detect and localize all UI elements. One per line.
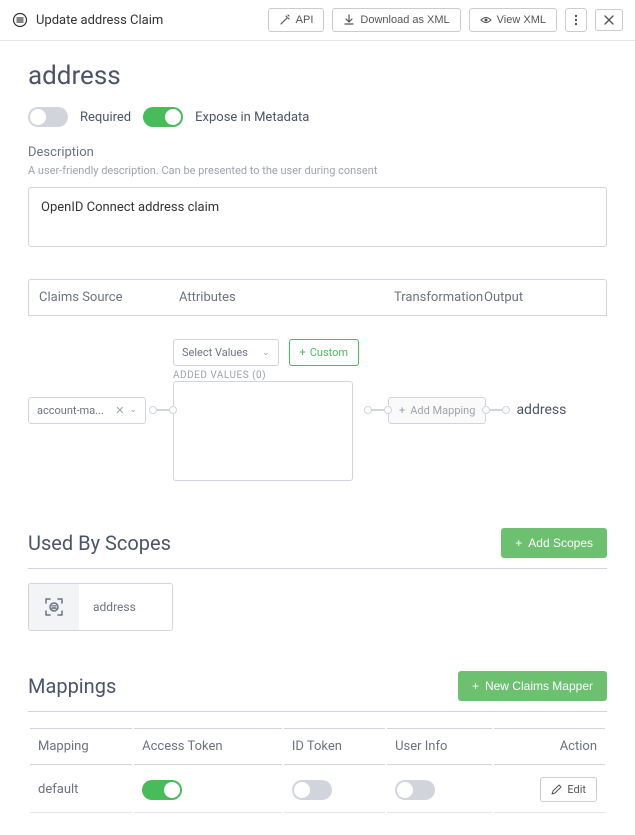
page-title: address — [28, 61, 607, 91]
close-button[interactable] — [595, 9, 623, 31]
col-access: Access Token — [134, 728, 282, 765]
values-box — [173, 381, 353, 481]
col-transform: Transformation — [394, 290, 484, 305]
col-userinfo: User Info — [387, 728, 492, 765]
claim-icon — [12, 12, 28, 28]
plus-icon: + — [300, 346, 306, 359]
custom-button[interactable]: + Custom — [289, 339, 360, 366]
select-values-label: Select Values — [182, 346, 248, 359]
scope-chip[interactable]: address — [28, 583, 173, 631]
col-output: Output — [484, 290, 596, 305]
new-mapper-label: New Claims Mapper — [485, 679, 593, 693]
access-token-toggle[interactable] — [142, 780, 182, 800]
wand-icon — [279, 14, 291, 26]
select-values-dropdown[interactable]: Select Values ⌄ — [173, 339, 279, 366]
row-name: default — [30, 767, 132, 813]
col-source: Claims Source — [39, 290, 179, 305]
col-action: Action — [494, 728, 605, 765]
more-icon — [574, 14, 578, 26]
mappings-title: Mappings — [28, 674, 448, 698]
table-row: default Edit — [30, 767, 605, 813]
scopes-header: Used By Scopes + Add Scopes — [28, 528, 607, 558]
connector — [368, 409, 388, 411]
plus-icon: + — [399, 404, 405, 417]
download-label: Download as XML — [360, 14, 449, 26]
divider — [28, 568, 607, 569]
mapping-body: account-ma... ✕ ⌄ Select Values ⌄ + — [28, 316, 607, 496]
description-label: Description — [28, 145, 607, 160]
chevron-down-icon[interactable]: ⌄ — [129, 405, 137, 415]
plus-icon: + — [472, 679, 479, 693]
mappings-table: Mapping Access Token ID Token User Info … — [28, 726, 607, 815]
connector — [486, 409, 506, 411]
pencil-icon — [551, 784, 562, 795]
header-title: Update address Claim — [36, 13, 260, 28]
view-label: View XML — [497, 14, 546, 26]
table-header-row: Mapping Access Token ID Token User Info … — [30, 728, 605, 765]
expose-toggle[interactable] — [143, 107, 183, 127]
api-label: API — [296, 14, 314, 26]
close-icon — [604, 15, 614, 25]
main-content: address Required Expose in Metadata Desc… — [0, 41, 635, 835]
remove-source-icon[interactable]: ✕ — [115, 404, 124, 417]
plus-icon: + — [515, 536, 522, 550]
view-xml-button[interactable]: View XML — [469, 8, 557, 32]
add-mapping-label: Add Mapping — [410, 404, 475, 417]
connector — [153, 409, 173, 411]
id-token-toggle[interactable] — [292, 780, 332, 800]
claims-source-chip[interactable]: account-ma... ✕ ⌄ — [28, 397, 146, 424]
attributes-area: Select Values ⌄ + Custom ADDED VALUES (0… — [173, 339, 368, 481]
eye-icon — [480, 14, 492, 26]
edit-button[interactable]: Edit — [540, 777, 597, 802]
source-text: account-ma... — [37, 404, 110, 417]
add-scopes-label: Add Scopes — [528, 536, 593, 550]
scope-icon — [29, 584, 79, 630]
chevron-down-icon: ⌄ — [262, 348, 270, 358]
toggle-row: Required Expose in Metadata — [28, 107, 607, 127]
page-header: Update address Claim API Download as XML… — [0, 0, 635, 41]
required-label: Required — [80, 110, 131, 125]
mappings-header: Mappings + New Claims Mapper — [28, 671, 607, 701]
download-xml-button[interactable]: Download as XML — [332, 8, 460, 32]
col-mapping: Mapping — [30, 728, 132, 765]
output-text: address — [516, 402, 566, 418]
add-mapping-button[interactable]: + Add Mapping — [388, 397, 486, 424]
custom-label: Custom — [310, 346, 348, 359]
scopes-title: Used By Scopes — [28, 531, 491, 555]
expose-label: Expose in Metadata — [195, 110, 309, 125]
edit-label: Edit — [567, 783, 586, 796]
download-icon — [343, 14, 355, 26]
col-id: ID Token — [284, 728, 385, 765]
divider — [28, 711, 607, 712]
added-values-label: ADDED VALUES (0) — [173, 370, 368, 381]
description-field: Description A user-friendly description.… — [28, 145, 607, 251]
mapping-headers: Claims Source Attributes Transformation … — [28, 279, 607, 316]
new-claims-mapper-button[interactable]: + New Claims Mapper — [458, 671, 607, 701]
more-button[interactable] — [565, 8, 587, 32]
api-button[interactable]: API — [268, 8, 325, 32]
userinfo-toggle[interactable] — [395, 780, 435, 800]
description-input[interactable] — [28, 187, 607, 247]
col-attributes: Attributes — [179, 290, 394, 305]
claims-mapping-section: Claims Source Attributes Transformation … — [28, 279, 607, 496]
add-scopes-button[interactable]: + Add Scopes — [501, 528, 607, 558]
description-help: A user-friendly description. Can be pres… — [28, 164, 607, 177]
scope-label: address — [93, 600, 172, 614]
required-toggle[interactable] — [28, 107, 68, 127]
